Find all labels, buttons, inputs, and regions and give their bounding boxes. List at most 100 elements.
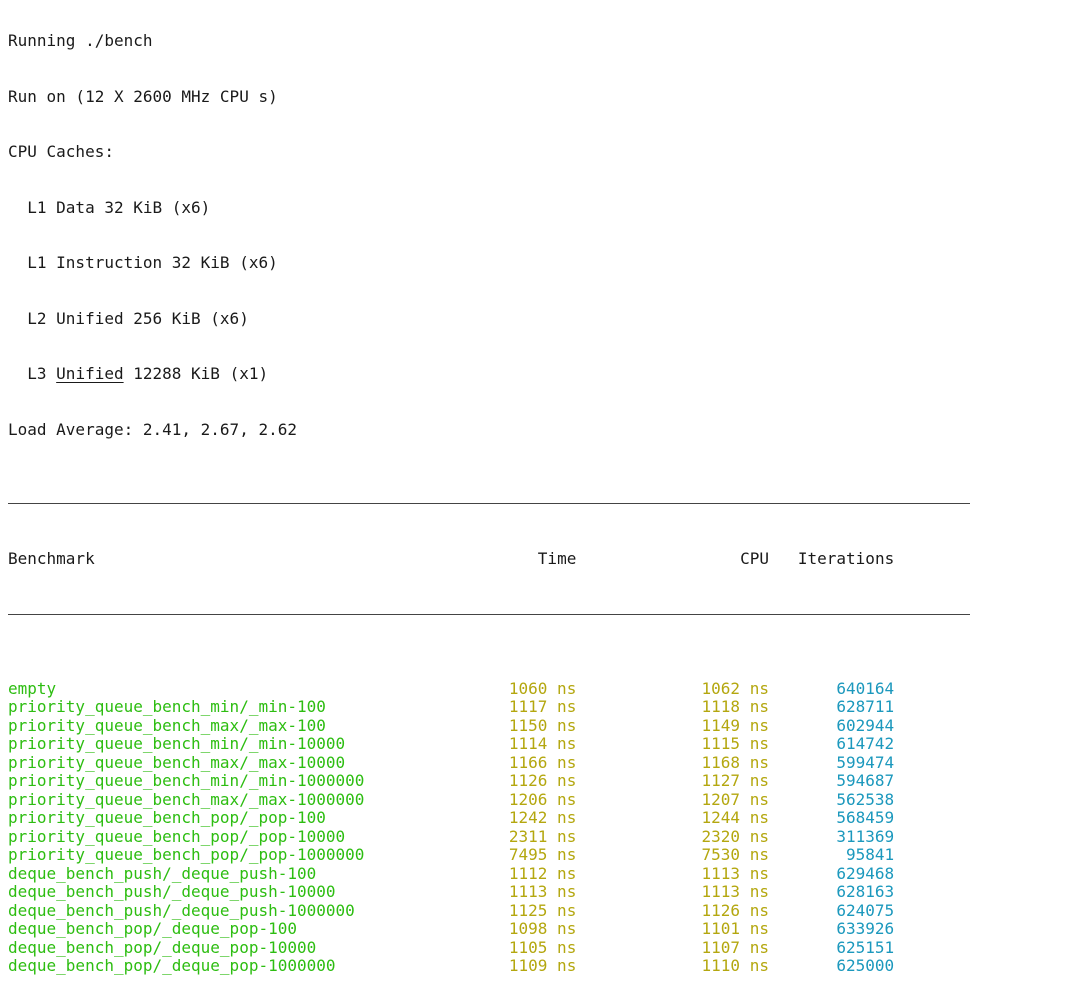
cpu-unit: ns	[740, 956, 769, 975]
cpu-value: 7530	[701, 845, 741, 864]
table-row: deque_bench_pop/_deque_pop-100 1098 ns 110…	[8, 919, 895, 939]
cpu-value: 1062	[701, 678, 741, 698]
table-row: deque_bench_pop/_deque_pop-10000 1105 ns 1…	[8, 937, 895, 958]
time-unit: ns	[547, 771, 577, 790]
iterations-value: 594687	[836, 771, 895, 790]
time-unit: ns	[547, 697, 577, 716]
cpu-value: 1207	[701, 789, 741, 809]
iterations-value: 640164	[836, 678, 895, 698]
time-value: 1150	[508, 715, 548, 735]
table-row: priority_queue_bench_min/_min-1000000 112…	[8, 771, 895, 791]
header-time: Time	[537, 549, 577, 568]
time-value: 1117	[508, 697, 548, 716]
time-unit: ns	[547, 734, 577, 753]
time-value: 7495	[508, 845, 548, 864]
time-value: 1112	[508, 863, 548, 883]
time-value: 1166	[508, 752, 548, 772]
benchmark-name: priority_queue_bench_pop/_pop-1000000	[8, 845, 365, 864]
benchmark-name: priority_queue_bench_pop/_pop-100	[8, 808, 326, 827]
benchmark-name: empty	[8, 678, 57, 698]
time-value: 1242	[508, 808, 548, 827]
terminal-output: Running ./bench Run on (12 X 2600 MHz CP…	[8, 0, 971, 994]
benchmark-name: deque_bench_pop/_deque_pop-1000000	[8, 956, 336, 975]
clipped-output-line: Running ./bench	[8, 31, 153, 50]
iterations-value: 625000	[836, 956, 895, 975]
cpu-unit: ns	[740, 808, 769, 827]
time-value: 1060	[508, 678, 548, 698]
cpu-value: 1115	[701, 734, 741, 753]
cpu-unit: ns	[740, 937, 769, 957]
iterations-value: 625151	[836, 937, 895, 957]
cpu-unit: ns	[740, 678, 769, 698]
cache-l3-unified: Unified	[56, 364, 124, 383]
time-value: 1206	[508, 789, 548, 809]
cpu-value: 1113	[701, 863, 741, 883]
iterations-value: 599474	[836, 752, 895, 772]
terminal-window: { "system_info": { "clipped_line": "Runn…	[0, 0, 1082, 975]
benchmark-rows: empty 1060 ns 1062 ns 640164 priority_queue_…	[8, 678, 895, 976]
cache-l3-suffix: 12288 KiB (x1)	[123, 364, 269, 383]
table-row: deque_bench_push/_deque_push-1000000 1125…	[8, 900, 895, 921]
table-row: deque_bench_push/_deque_push-10000 1113 n…	[8, 882, 894, 902]
time-unit: ns	[547, 678, 577, 698]
header-iterations: Iterations	[797, 549, 895, 568]
table-header: Benchmark Time CPU Iterations	[8, 549, 895, 569]
benchmark-name: priority_queue_bench_min/_min-1000000	[8, 771, 365, 790]
header-top-divider	[8, 495, 971, 514]
cpu-value: 1113	[701, 882, 741, 901]
benchmark-name: deque_bench_push/_deque_push-10000	[8, 882, 336, 901]
table-row: priority_queue_bench_pop/_pop-10000 2311 …	[8, 826, 895, 847]
iterations-value: 311369	[836, 826, 895, 846]
benchmark-name: priority_queue_bench_min/_min-10000	[8, 734, 346, 753]
time-unit: ns	[547, 808, 577, 827]
cpu-unit: ns	[740, 715, 769, 735]
cpu-value: 1110	[701, 956, 741, 975]
time-unit: ns	[547, 863, 577, 883]
cpu-unit: ns	[740, 900, 769, 920]
time-value: 1125	[508, 900, 548, 920]
iterations-value: 95841	[846, 845, 895, 864]
cache-l2: L2 Unified 256 KiB (x6)	[8, 308, 249, 328]
time-unit: ns	[547, 882, 577, 901]
cpu-unit: ns	[740, 697, 769, 716]
cache-l3: L3 Unified 12288 KiB (x1)	[8, 364, 894, 384]
iterations-value: 633926	[836, 919, 895, 938]
benchmark-name: priority_queue_bench_max/_max-10000	[8, 752, 346, 772]
cpu-value: 1244	[701, 808, 741, 827]
cpu-value: 1107	[701, 937, 741, 957]
iterations-value: 568459	[836, 808, 895, 827]
time-unit: ns	[547, 789, 577, 809]
table-row: priority_queue_bench_min/_min-10000 1114 …	[8, 734, 894, 754]
time-unit: ns	[547, 919, 577, 938]
cpu-value: 1126	[701, 900, 741, 920]
time-value: 1109	[508, 956, 548, 975]
time-unit: ns	[547, 900, 577, 920]
cpu-unit: ns	[740, 919, 769, 938]
iterations-value: 562538	[836, 789, 895, 809]
table-row: priority_queue_bench_pop/_pop-100 1242 ns…	[8, 808, 895, 828]
cpu-caches-label: CPU Caches:	[8, 142, 114, 161]
cache-l3-prefix: L3	[8, 364, 57, 383]
iterations-value: 624075	[836, 900, 895, 920]
time-value: 1105	[508, 937, 548, 957]
cpu-unit: ns	[740, 771, 769, 790]
table-row: deque_bench_pop/_deque_pop-1000000 1109 n…	[8, 956, 895, 976]
table-row: priority_queue_bench_max/_max-10000 1166 …	[8, 752, 895, 773]
cpu-unit: ns	[740, 752, 769, 772]
table-row: priority_queue_bench_max/_max-100 1150 ns…	[8, 715, 894, 736]
header-cpu: CPU	[740, 549, 769, 568]
table-row: priority_queue_bench_max/_max-1000000 120…	[8, 789, 895, 810]
cpu-unit: ns	[740, 734, 769, 753]
cpu-value: 1149	[701, 715, 741, 735]
benchmark-name: priority_queue_bench_max/_max-1000000	[8, 789, 365, 809]
load-average-line: Load Average: 2.41, 2.67, 2.62	[8, 419, 297, 439]
time-value: 1113	[508, 882, 548, 901]
cpu-value: 1168	[701, 752, 741, 772]
cpu-unit: ns	[740, 863, 769, 883]
cpu-value: 1118	[701, 697, 741, 716]
cpu-value: 2320	[701, 826, 741, 846]
cpu-unit: ns	[740, 789, 769, 809]
cpu-unit: ns	[740, 826, 769, 846]
benchmark-name: deque_bench_pop/_deque_pop-100	[8, 919, 297, 938]
table-row: priority_queue_bench_pop/_pop-1000000 749…	[8, 845, 895, 865]
